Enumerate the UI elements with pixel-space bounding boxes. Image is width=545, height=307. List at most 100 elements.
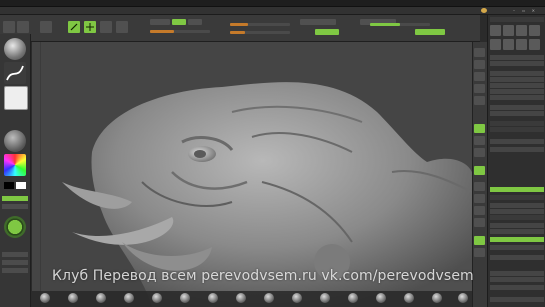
brush-icon[interactable] [4,38,26,60]
subtool-row-10[interactable] [490,121,544,126]
subtool-row-27[interactable] [490,297,544,302]
zoom3d-button[interactable] [474,206,485,215]
subtool-row-9[interactable] [490,111,544,116]
tool-thumb-4[interactable] [529,25,540,36]
window-minimize-icon[interactable]: – [513,7,515,14]
subtool-row-15[interactable] [490,195,544,200]
tool-thumb-5[interactable] [490,39,501,50]
scale-button[interactable] [100,21,112,33]
subtool-row-2[interactable] [490,61,544,66]
brush-slot-8-icon[interactable] [236,293,246,303]
solo-button[interactable] [2,268,28,273]
ghost-button[interactable] [2,260,28,265]
polyf-button[interactable] [474,236,485,245]
frame-button[interactable] [474,182,485,191]
zadd-button[interactable] [172,19,186,25]
brush-slot-13-icon[interactable] [376,293,386,303]
subtool-row-14[interactable] [490,187,544,192]
tool-thumb-3[interactable] [516,25,527,36]
brush-slot-12-icon[interactable] [348,293,358,303]
move-view-button[interactable] [474,194,485,203]
subtool-row-23[interactable] [490,255,544,260]
zoom-button[interactable] [474,72,485,81]
subtool-row-17[interactable] [490,209,544,214]
switch-color-button[interactable] [2,204,28,209]
window-restore-icon[interactable]: ▫ [522,7,525,14]
floor-button[interactable] [474,136,485,145]
auto-button[interactable] [415,29,445,35]
subtool-row-7[interactable] [490,95,544,100]
brush-slot-7-icon[interactable] [208,293,218,303]
subtool-row-21[interactable] [490,237,544,242]
brush-slot-15-icon[interactable] [432,293,442,303]
subtool-row-1[interactable] [490,55,544,60]
subtool-row-25[interactable] [490,277,544,282]
gradient-button[interactable] [2,196,28,201]
tool-thumb-8[interactable] [529,39,540,50]
brush-slot-2-icon[interactable] [68,293,78,303]
local-button[interactable] [474,148,485,157]
subtool-row-8[interactable] [490,105,544,110]
brush-slot-5-icon[interactable] [152,293,162,303]
tool-thumb-2[interactable] [503,25,514,36]
brush-slot-1-icon[interactable] [40,293,50,303]
z-intensity-slider[interactable] [230,31,290,34]
scroll-button[interactable] [474,60,485,69]
transp-button[interactable] [2,252,28,257]
subtool-row-16[interactable] [490,203,544,208]
brush-slot-3-icon[interactable] [96,293,106,303]
brush-slot-4-icon[interactable] [124,293,134,303]
brush-slot-6-icon[interactable] [180,293,190,303]
secondary-color-swatch[interactable] [16,182,26,189]
focal-shift-slider[interactable] [150,30,210,33]
brush-shelf [32,291,472,307]
bpr-button[interactable] [474,48,485,57]
primary-color-swatch[interactable] [4,182,14,189]
draw-size-slider[interactable] [230,23,290,26]
zsub-button[interactable] [188,19,202,25]
subtool-row-6[interactable] [490,89,544,94]
material-icon[interactable] [4,130,26,152]
rotate-button[interactable] [116,21,128,33]
color-picker-icon[interactable] [4,154,26,176]
subtool-row-13[interactable] [490,147,544,152]
edit-button[interactable] [40,21,52,33]
tool-header [490,17,544,22]
brush-slot-16-icon[interactable] [458,293,468,303]
brush-slot-10-icon[interactable] [292,293,302,303]
mrgb-button[interactable] [150,19,170,25]
stroke-icon[interactable] [4,62,26,84]
tool-thumb-1[interactable] [490,25,501,36]
move-button[interactable] [84,21,96,33]
draw-button[interactable] [68,21,80,33]
subtool-row-26[interactable] [490,285,544,290]
subtool-row-4[interactable] [490,77,544,82]
brush-slot-9-icon[interactable] [264,293,274,303]
subtool-row-3[interactable] [490,71,544,76]
subtool-row-12[interactable] [490,139,544,144]
brush-slot-14-icon[interactable] [404,293,414,303]
tool-thumb-6[interactable] [503,39,514,50]
alpha-icon[interactable] [4,86,28,110]
subtool-row-19[interactable] [490,223,544,228]
tool-thumb-7[interactable] [516,39,527,50]
subtool-row-20[interactable] [490,229,544,234]
subtool-row-11[interactable] [490,127,544,132]
rgb-intensity-slider[interactable] [370,23,430,26]
projection-button[interactable] [17,21,29,33]
subtool-row-5[interactable] [490,83,544,88]
xyz-button[interactable] [474,166,485,175]
transp-view-button[interactable] [474,248,485,257]
gizmo-icon[interactable] [4,216,26,238]
rotate-view-button[interactable] [474,218,485,227]
window-close-icon[interactable]: ✕ [532,7,535,14]
dynamic-button[interactable] [315,29,339,35]
persp-button[interactable] [474,124,485,133]
actual-button[interactable] [474,84,485,93]
subtool-row-18[interactable] [490,215,544,220]
brush-slot-11-icon[interactable] [320,293,330,303]
lightbox-button[interactable] [3,21,15,33]
subtool-row-22[interactable] [490,245,544,250]
aahalf-button[interactable] [474,96,485,105]
subtool-row-24[interactable] [490,271,544,276]
